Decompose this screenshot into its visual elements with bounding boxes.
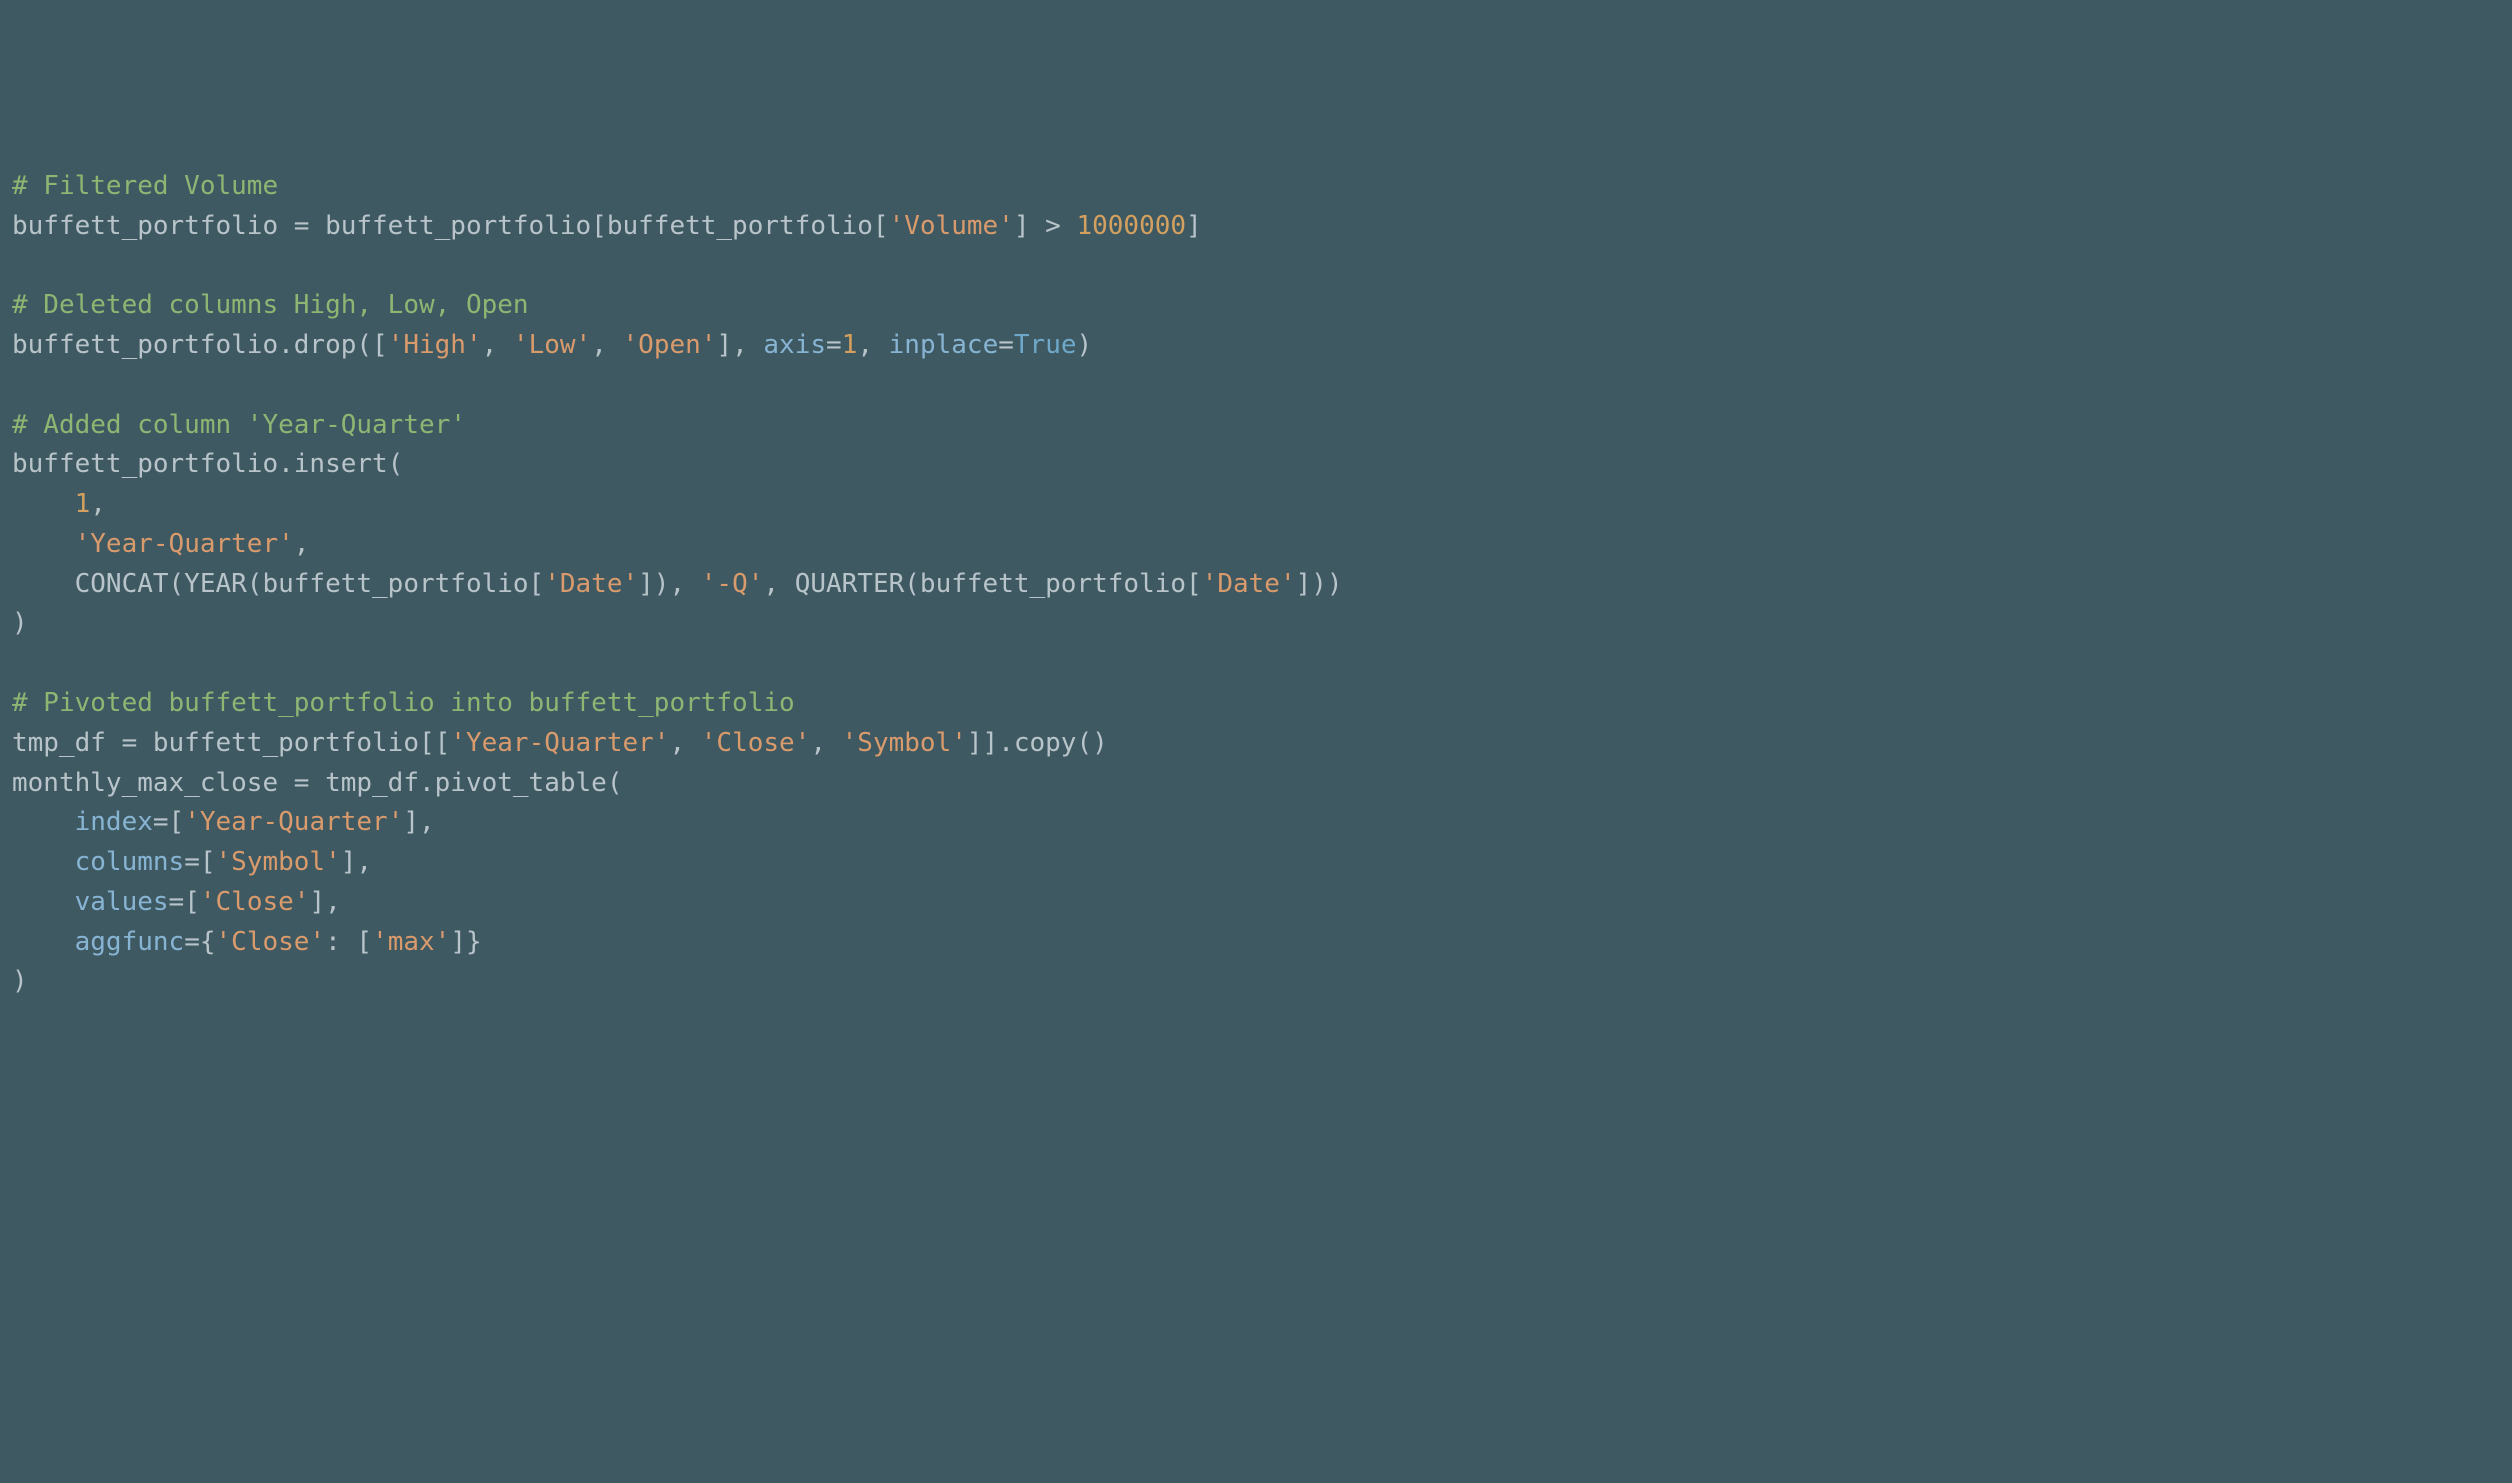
code-text: ,	[591, 330, 622, 360]
code-line-1: # Filtered Volume	[12, 167, 2500, 207]
string-literal: 'Year-Quarter'	[75, 529, 294, 559]
code-text: ],	[341, 847, 372, 877]
string-literal: 'Close'	[701, 728, 811, 758]
code-line-10: 'Year-Quarter',	[12, 525, 2500, 565]
code-text: ,	[810, 728, 841, 758]
code-text: ]}	[450, 927, 481, 957]
string-literal: '-Q'	[701, 569, 764, 599]
blank-line	[12, 366, 2500, 406]
comment-text: # Filtered Volume	[12, 171, 278, 201]
number-literal: 1	[842, 330, 858, 360]
code-line-14: # Pivoted buffett_portfolio into buffett…	[12, 684, 2500, 724]
code-text: =	[998, 330, 1014, 360]
code-text	[12, 529, 75, 559]
string-literal: 'Date'	[544, 569, 638, 599]
code-text	[12, 927, 75, 957]
code-text: buffett_portfolio = buffett_portfolio[bu…	[12, 211, 889, 241]
code-text: ={	[184, 927, 215, 957]
code-line-12: )	[12, 604, 2500, 644]
string-literal: 'Symbol'	[216, 847, 341, 877]
code-line-2: buffett_portfolio = buffett_portfolio[bu…	[12, 207, 2500, 247]
code-text: )	[12, 966, 28, 996]
code-text: ],	[403, 807, 434, 837]
code-editor[interactable]: # Filtered Volume buffett_portfolio = buf…	[12, 167, 2500, 1002]
code-text: ,	[857, 330, 888, 360]
code-text: =[	[153, 807, 184, 837]
code-text: ,	[294, 529, 310, 559]
comment-text: # Deleted columns High, Low, Open	[12, 290, 529, 320]
code-line-5: buffett_portfolio.drop(['High', 'Low', '…	[12, 326, 2500, 366]
code-text: ],	[716, 330, 763, 360]
code-line-9: 1,	[12, 485, 2500, 525]
code-line-4: # Deleted columns High, Low, Open	[12, 286, 2500, 326]
param-name: values	[75, 887, 169, 917]
code-text: buffett_portfolio.drop([	[12, 330, 388, 360]
code-line-11: CONCAT(YEAR(buffett_portfolio['Date']), …	[12, 565, 2500, 605]
code-text: monthly_max_close = tmp_df.pivot_table(	[12, 768, 622, 798]
keyword-true: True	[1014, 330, 1077, 360]
code-text: ,	[90, 489, 106, 519]
string-literal: 'Low'	[513, 330, 591, 360]
string-literal: 'Symbol'	[842, 728, 967, 758]
code-text: =[	[169, 887, 200, 917]
string-literal: 'Close'	[200, 887, 310, 917]
code-line-17: index=['Year-Quarter'],	[12, 803, 2500, 843]
param-name: aggfunc	[75, 927, 185, 957]
code-line-19: values=['Close'],	[12, 883, 2500, 923]
code-line-16: monthly_max_close = tmp_df.pivot_table(	[12, 764, 2500, 804]
code-line-20: aggfunc={'Close': ['max']}	[12, 923, 2500, 963]
code-line-21: )	[12, 962, 2500, 1002]
code-text: CONCAT(YEAR(buffett_portfolio[	[12, 569, 544, 599]
code-text: ,	[669, 728, 700, 758]
blank-line	[12, 644, 2500, 684]
param-name: axis	[763, 330, 826, 360]
string-literal: 'Open'	[623, 330, 717, 360]
code-text	[12, 887, 75, 917]
code-line-7: # Added column 'Year-Quarter'	[12, 406, 2500, 446]
string-literal: 'Year-Quarter'	[450, 728, 669, 758]
number-literal: 1000000	[1076, 211, 1186, 241]
comment-text: # Added column 'Year-Quarter'	[12, 410, 466, 440]
code-text	[12, 847, 75, 877]
code-text: ]	[1186, 211, 1202, 241]
code-text	[12, 489, 75, 519]
param-name: inplace	[889, 330, 999, 360]
number-literal: 1	[75, 489, 91, 519]
code-text: ,	[482, 330, 513, 360]
code-text: buffett_portfolio.insert(	[12, 449, 403, 479]
code-text: )	[1077, 330, 1093, 360]
code-text	[12, 807, 75, 837]
code-text: tmp_df = buffett_portfolio[[	[12, 728, 450, 758]
code-line-8: buffett_portfolio.insert(	[12, 445, 2500, 485]
code-text: )	[12, 608, 28, 638]
blank-line	[12, 247, 2500, 287]
code-text: ]))	[1296, 569, 1343, 599]
code-text: ]].copy()	[967, 728, 1108, 758]
code-line-15: tmp_df = buffett_portfolio[['Year-Quarte…	[12, 724, 2500, 764]
code-line-18: columns=['Symbol'],	[12, 843, 2500, 883]
param-name: index	[75, 807, 153, 837]
code-text: , QUARTER(buffett_portfolio[	[763, 569, 1201, 599]
code-text: =[	[184, 847, 215, 877]
string-literal: 'Date'	[1202, 569, 1296, 599]
string-literal: 'Volume'	[889, 211, 1014, 241]
string-literal: 'Close'	[216, 927, 326, 957]
param-name: columns	[75, 847, 185, 877]
string-literal: 'Year-Quarter'	[184, 807, 403, 837]
code-text: ]),	[638, 569, 701, 599]
comment-text: # Pivoted buffett_portfolio into buffett…	[12, 688, 795, 718]
string-literal: 'max'	[372, 927, 450, 957]
string-literal: 'High'	[388, 330, 482, 360]
code-text: ],	[309, 887, 340, 917]
code-text: =	[826, 330, 842, 360]
code-text: : [	[325, 927, 372, 957]
code-text: ] >	[1014, 211, 1077, 241]
